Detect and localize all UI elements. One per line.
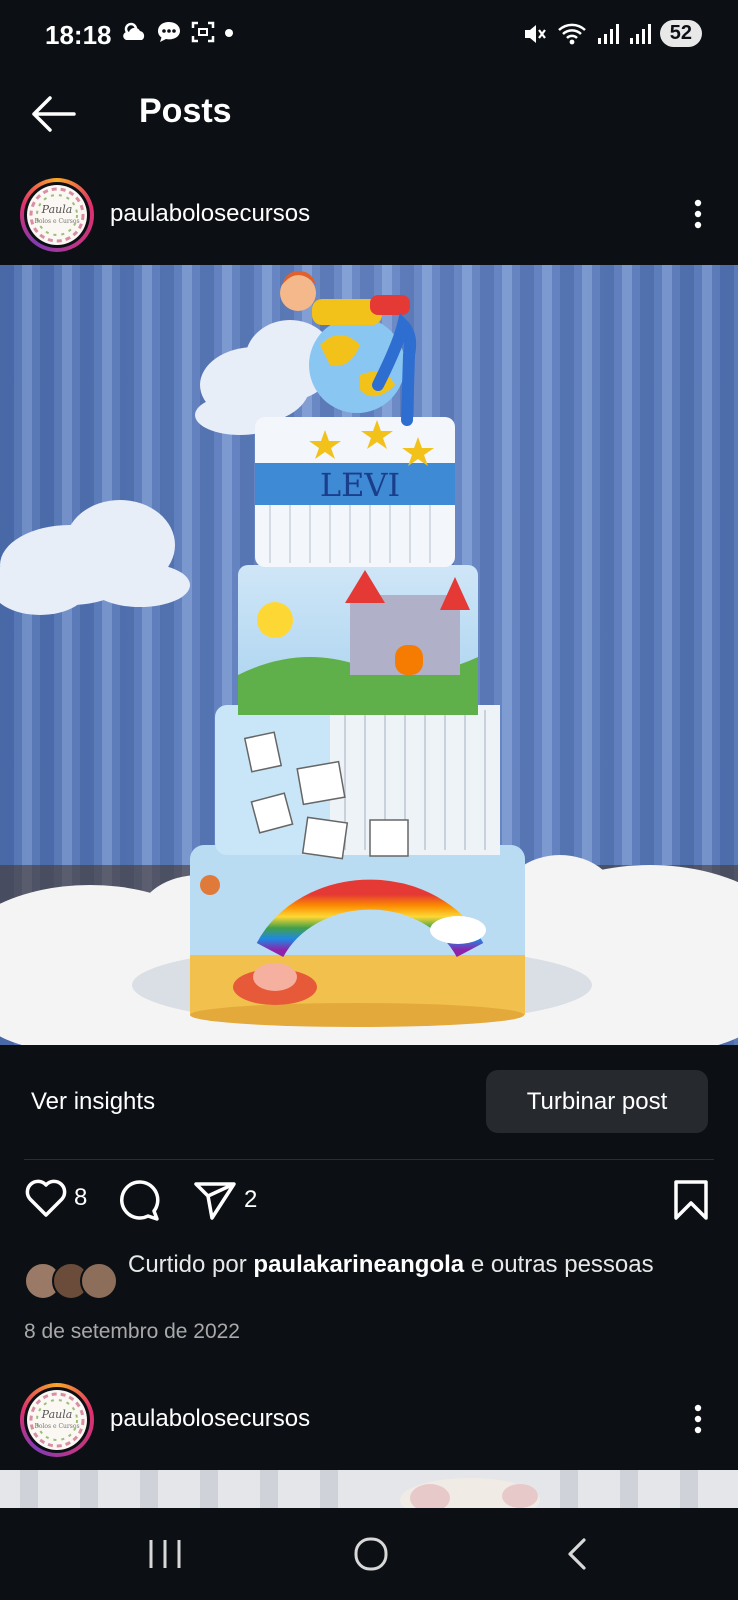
signal-icon-2 bbox=[629, 23, 651, 44]
arrow-left-icon bbox=[32, 96, 76, 132]
view-insights-link[interactable]: Ver insights bbox=[31, 1088, 155, 1116]
page-header: Posts bbox=[0, 70, 738, 160]
signal-icon bbox=[597, 23, 619, 44]
svg-text:Bolos e Cursos: Bolos e Cursos bbox=[34, 218, 79, 225]
post-username[interactable]: paulabolosecursos bbox=[110, 1405, 310, 1433]
recent-apps-button[interactable] bbox=[135, 1532, 195, 1576]
avatar[interactable]: Paula Bolos e Cursos bbox=[20, 1383, 94, 1457]
comment-icon bbox=[120, 1180, 160, 1221]
avatar[interactable]: Paula Bolos e Cursos bbox=[20, 178, 94, 252]
divider bbox=[24, 1159, 714, 1160]
mute-icon bbox=[524, 24, 546, 43]
svg-text:Paula: Paula bbox=[41, 203, 73, 216]
status-bar: 18:18 52 bbox=[0, 0, 738, 70]
wifi-icon bbox=[557, 23, 586, 44]
weather-icon bbox=[123, 22, 145, 40]
more-options-button[interactable] bbox=[688, 194, 708, 234]
insights-row: Ver insights Turbinar post bbox=[0, 1070, 738, 1136]
post-username[interactable]: paulabolosecursos bbox=[110, 200, 310, 228]
cake-name-text: LEVI bbox=[320, 466, 400, 504]
cake-photo-image: LEVI bbox=[0, 265, 738, 1045]
comment-button[interactable] bbox=[116, 1178, 162, 1222]
status-notification-icons bbox=[120, 20, 234, 44]
next-post-header: Paula Bolos e Cursos paulabolosecursos bbox=[0, 1375, 738, 1465]
svg-text:Paula: Paula bbox=[41, 1408, 73, 1421]
boost-post-button[interactable]: Turbinar post bbox=[486, 1070, 708, 1133]
svg-text:Bolos e Cursos: Bolos e Cursos bbox=[34, 1423, 79, 1430]
message-icon bbox=[158, 22, 180, 42]
heart-icon bbox=[25, 1179, 67, 1217]
back-nav-button[interactable] bbox=[548, 1532, 608, 1576]
liked-suffix: e outras pessoas bbox=[470, 1251, 654, 1278]
battery-indicator: 52 bbox=[659, 20, 702, 47]
send-icon bbox=[194, 1182, 236, 1220]
more-vertical-icon bbox=[694, 199, 702, 229]
screenshot-icon bbox=[191, 21, 215, 43]
recent-apps-icon bbox=[149, 1540, 181, 1568]
avatar-logo-icon: Paula Bolos e Cursos bbox=[29, 1392, 85, 1448]
like-button[interactable]: 8 bbox=[24, 1178, 87, 1218]
more-options-button[interactable] bbox=[688, 1399, 708, 1439]
chevron-left-icon bbox=[568, 1538, 586, 1570]
liked-by-text: Curtido por paulakarineangola e outras p… bbox=[128, 1250, 718, 1280]
avatar-logo-icon: Paula Bolos e Cursos bbox=[29, 187, 85, 243]
page-title: Posts bbox=[139, 92, 232, 130]
next-post-photo[interactable] bbox=[0, 1470, 738, 1508]
status-time: 18:18 bbox=[45, 20, 112, 50]
status-system-icons: 52 bbox=[522, 20, 702, 47]
next-photo-image bbox=[0, 1470, 738, 1508]
home-button[interactable] bbox=[341, 1532, 401, 1576]
post-actions: 8 2 bbox=[0, 1178, 738, 1234]
save-button[interactable] bbox=[672, 1178, 710, 1222]
system-navigation-bar bbox=[0, 1508, 738, 1600]
shares-count: 2 bbox=[244, 1186, 258, 1213]
dot-icon bbox=[225, 29, 233, 37]
likes-count: 8 bbox=[74, 1184, 88, 1211]
share-button[interactable]: 2 bbox=[192, 1178, 257, 1222]
back-button[interactable] bbox=[28, 92, 78, 136]
post-header: Paula Bolos e Cursos paulabolosecursos bbox=[0, 170, 738, 260]
post-date: 8 de setembro de 2022 bbox=[24, 1320, 240, 1343]
liker-avatar bbox=[80, 1262, 118, 1300]
more-vertical-icon bbox=[694, 1404, 702, 1434]
home-icon bbox=[354, 1537, 388, 1571]
liked-username[interactable]: paulakarineangola bbox=[253, 1251, 464, 1278]
liked-prefix: Curtido por bbox=[128, 1251, 247, 1278]
post-photo[interactable]: LEVI bbox=[0, 265, 738, 1045]
liker-avatars bbox=[24, 1262, 120, 1302]
bookmark-icon bbox=[674, 1180, 708, 1220]
